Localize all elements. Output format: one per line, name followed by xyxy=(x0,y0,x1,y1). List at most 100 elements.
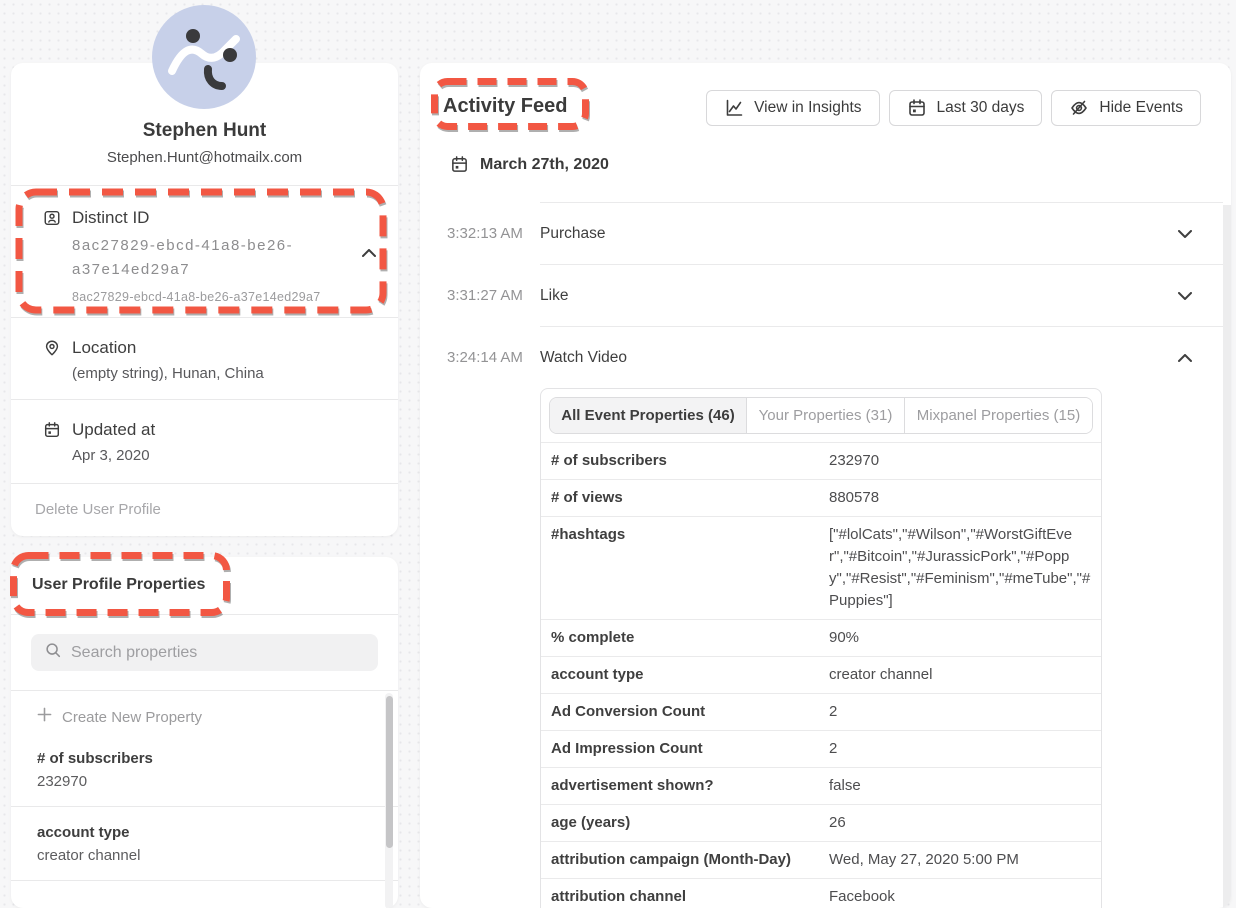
event-detail-panel: All Event Properties (46) Your Propertie… xyxy=(540,388,1102,908)
activity-scrollbar[interactable] xyxy=(1223,205,1231,908)
event-timestamp: 3:31:27 AM xyxy=(420,287,540,304)
line-chart-icon xyxy=(724,98,744,118)
property-list-item[interactable]: account type creator channel xyxy=(11,807,398,881)
event-property-key: advertisement shown? xyxy=(541,775,829,797)
contact-card-icon xyxy=(43,209,61,227)
date-group-label: March 27th, 2020 xyxy=(480,156,609,174)
calendar-icon xyxy=(43,421,61,439)
chevron-up-icon[interactable] xyxy=(362,244,376,262)
event-property-row: % complete 90% xyxy=(541,619,1101,656)
calendar-icon xyxy=(450,155,469,174)
profile-email: Stephen.Hunt@hotmailx.com xyxy=(21,149,388,166)
chevron-toggle-icon[interactable] xyxy=(1178,354,1192,362)
event-properties-tab[interactable]: All Event Properties (46) xyxy=(550,398,747,433)
property-list-item[interactable]: # of subscribers 232970 xyxy=(11,733,398,807)
event-timestamp: 3:32:13 AM xyxy=(420,225,540,242)
event-properties-table: # of subscribers 232970 # of views 88057… xyxy=(541,442,1101,908)
date-range-button[interactable]: Last 30 days xyxy=(889,90,1043,126)
event-property-value: Wed, May 27, 2020 5:00 PM xyxy=(829,849,1101,871)
activity-feed-title: Activity Feed xyxy=(443,90,567,118)
event-property-value: creator channel xyxy=(829,664,1101,686)
create-new-property-button[interactable]: Create New Property xyxy=(11,691,398,733)
event-property-value: ["#lolCats","#Wilson","#WorstGiftEver","… xyxy=(829,524,1101,612)
event-property-row: #hashtags ["#lolCats","#Wilson","#WorstG… xyxy=(541,516,1101,619)
avatar xyxy=(152,5,256,109)
property-value: 232970 xyxy=(37,773,368,790)
event-property-row: age (years) 26 xyxy=(541,804,1101,841)
search-icon xyxy=(44,641,62,664)
event-property-value: 26 xyxy=(829,812,1101,834)
event-property-row: # of subscribers 232970 xyxy=(541,442,1101,479)
updated-at-section: Updated at Apr 3, 2020 xyxy=(11,399,398,483)
event-properties-tabs: All Event Properties (46) Your Propertie… xyxy=(549,397,1093,434)
updated-at-value: Apr 3, 2020 xyxy=(72,447,378,464)
event-property-row: Ad Conversion Count 2 xyxy=(541,693,1101,730)
event-property-key: # of subscribers xyxy=(541,450,829,472)
event-list: 3:32:13 AM Purchase 3:31:27 AM Like xyxy=(420,202,1223,908)
event-property-value: 2 xyxy=(829,738,1101,760)
event-property-value: 90% xyxy=(829,627,1101,649)
calendar-icon xyxy=(907,98,927,118)
event-property-key: age (years) xyxy=(541,812,829,834)
event-property-key: attribution campaign (Month-Day) xyxy=(541,849,829,871)
event-name: Purchase xyxy=(540,225,605,243)
user-profile-page: Stephen Hunt Stephen.Hunt@hotmailx.com D… xyxy=(0,0,1236,908)
eye-off-icon xyxy=(1069,98,1089,118)
property-value: creator channel xyxy=(37,847,368,864)
properties-scrollbar[interactable] xyxy=(385,693,393,908)
event-row[interactable]: 3:24:14 AM Watch Video xyxy=(420,326,1223,388)
properties-list: Create New Property # of subscribers 232… xyxy=(11,690,398,908)
distinct-id-subvalue: 8ac27829-ebcd-41a8-be26-a37e14ed29a7 xyxy=(72,290,378,304)
profile-card: Stephen Hunt Stephen.Hunt@hotmailx.com D… xyxy=(11,63,398,536)
event-property-key: attribution channel xyxy=(541,886,829,908)
location-value: (empty string), Hunan, China xyxy=(72,365,378,382)
date-group-header: March 27th, 2020 xyxy=(450,155,1231,174)
event-property-value: 2 xyxy=(829,701,1101,723)
event-property-row: advertisement shown? false xyxy=(541,767,1101,804)
event-property-row: # of views 880578 xyxy=(541,479,1101,516)
event-property-key: Ad Conversion Count xyxy=(541,701,829,723)
event-property-key: account type xyxy=(541,664,829,686)
event-property-row: attribution channel Facebook xyxy=(541,878,1101,908)
event-property-value: 880578 xyxy=(829,487,1101,509)
event-properties-tab[interactable]: Your Properties (31) xyxy=(747,398,905,433)
distinct-id-label: Distinct ID xyxy=(72,208,149,228)
event-row[interactable]: 3:31:27 AM Like xyxy=(420,264,1223,326)
updated-at-label: Updated at xyxy=(72,420,155,440)
profile-name: Stephen Hunt xyxy=(21,120,388,142)
event-property-key: % complete xyxy=(541,627,829,649)
event-timestamp: 3:24:14 AM xyxy=(420,349,540,366)
user-profile-properties-title: User Profile Properties xyxy=(32,576,205,593)
search-properties-input[interactable] xyxy=(71,644,365,662)
chevron-toggle-icon[interactable] xyxy=(1178,230,1192,238)
property-name: # of subscribers xyxy=(37,750,368,767)
delete-user-profile-link[interactable]: Delete User Profile xyxy=(35,501,161,518)
properties-scrollbar-thumb[interactable] xyxy=(386,696,393,848)
user-profile-properties-card: User Profile Properties Create New P xyxy=(11,557,398,908)
event-name: Watch Video xyxy=(540,349,627,367)
event-properties-tab[interactable]: Mixpanel Properties (15) xyxy=(905,398,1092,433)
activity-feed-card: Activity Feed View in Insights xyxy=(420,63,1231,908)
distinct-id-section: Distinct ID 8ac27829-ebcd-41a8-be26-a37e… xyxy=(11,185,398,317)
view-in-insights-button[interactable]: View in Insights xyxy=(706,90,879,126)
search-properties-box[interactable] xyxy=(31,634,378,671)
event-row[interactable]: 3:32:13 AM Purchase xyxy=(420,202,1223,264)
event-property-key: # of views xyxy=(541,487,829,509)
event-property-key: Ad Impression Count xyxy=(541,738,829,760)
event-property-value: 232970 xyxy=(829,450,1101,472)
event-property-row: account type creator channel xyxy=(541,656,1101,693)
event-property-value: Facebook xyxy=(829,886,1101,908)
delete-profile-section: Delete User Profile xyxy=(11,483,398,536)
location-pin-icon xyxy=(43,339,61,357)
distinct-id-value: 8ac27829-ebcd-41a8-be26-a37e14ed29a7 xyxy=(72,234,342,282)
event-property-row: Ad Impression Count 2 xyxy=(541,730,1101,767)
event-property-row: attribution campaign (Month-Day) Wed, Ma… xyxy=(541,841,1101,878)
chevron-toggle-icon[interactable] xyxy=(1178,292,1192,300)
event-property-value: false xyxy=(829,775,1101,797)
event-name: Like xyxy=(540,287,568,305)
event-property-key: #hashtags xyxy=(541,524,829,546)
property-name: account type xyxy=(37,824,368,841)
plus-icon xyxy=(37,707,52,727)
hide-events-button[interactable]: Hide Events xyxy=(1051,90,1201,126)
location-label: Location xyxy=(72,338,136,358)
